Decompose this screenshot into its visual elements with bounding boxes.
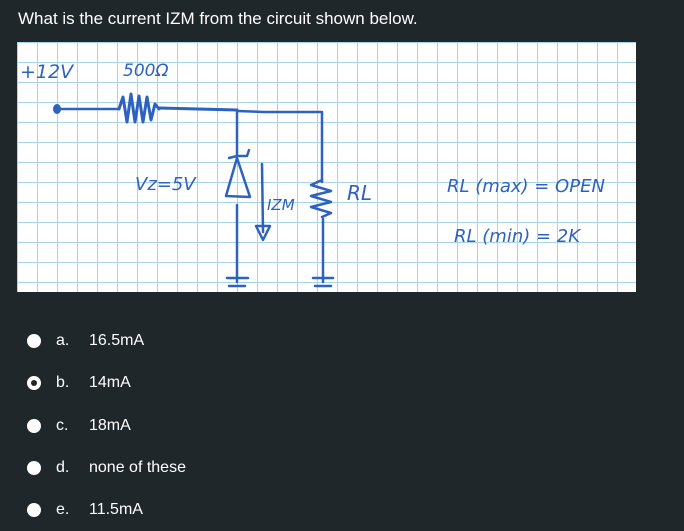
radio-option-d[interactable]: [27, 461, 41, 475]
option-letter: c.: [56, 417, 69, 434]
circuit-figure: +12V 500Ω Vz=5V IZM RL RL (max) = OPEN R…: [17, 42, 636, 292]
option-b[interactable]: b. 14mA: [27, 372, 131, 394]
load-resistor: [309, 178, 333, 219]
option-letter: b.: [56, 374, 70, 391]
zener-bar: [227, 148, 251, 160]
rl-min-label: RL (min) = 2K: [454, 226, 581, 247]
wire-load: [235, 109, 324, 184]
question-text: What is the current IZM from the circuit…: [18, 9, 418, 28]
zener-voltage-label: Vz=5V: [135, 174, 197, 195]
option-e[interactable]: e. 11.5mA: [27, 499, 143, 521]
option-d[interactable]: d. none of these: [27, 457, 186, 479]
current-arrow-shaft: [260, 162, 265, 234]
option-text: 14mA: [89, 374, 131, 391]
option-text: 11.5mA: [89, 501, 143, 518]
option-letter: a.: [56, 332, 70, 349]
radio-option-c[interactable]: [27, 419, 41, 433]
option-text: 16.5mA: [89, 332, 145, 349]
rl-max-label: RL (max) = OPEN: [447, 176, 605, 197]
zener-current-label: IZM: [267, 196, 295, 214]
option-text: 18mA: [89, 417, 131, 434]
load-label: RL: [347, 181, 372, 205]
zener-diode: [224, 156, 252, 199]
radio-option-b[interactable]: [27, 376, 41, 390]
source-label: +12V: [20, 61, 75, 83]
option-letter: d.: [56, 459, 70, 476]
radio-option-a[interactable]: [27, 334, 41, 348]
radio-option-e[interactable]: [27, 503, 41, 517]
series-resistor: [117, 92, 161, 124]
wire-main: [157, 106, 239, 112]
option-c[interactable]: c. 18mA: [27, 415, 131, 437]
resistor-label: 500Ω: [123, 61, 168, 81]
option-letter: e.: [56, 501, 70, 518]
option-text: none of these: [89, 459, 186, 476]
circuit-diagram: +12V 500Ω Vz=5V IZM RL RL (max) = OPEN R…: [20, 61, 605, 288]
option-a[interactable]: a. 16.5mA: [27, 330, 144, 352]
